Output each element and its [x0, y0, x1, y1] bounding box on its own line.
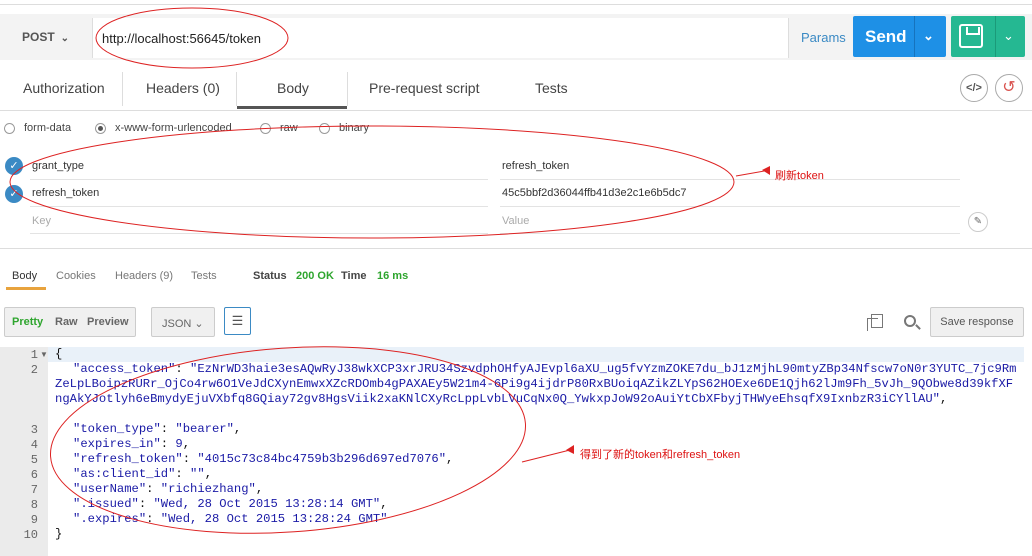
annotation-arrow-line [521, 448, 575, 463]
form-highlight-ellipse [9, 125, 735, 239]
response-highlight-ellipse [49, 346, 527, 534]
annotation-arrow-head [566, 445, 574, 454]
annotation-overlay [9, 7, 771, 534]
annotation-arrow-head [762, 166, 770, 175]
url-highlight-ellipse [95, 7, 289, 69]
